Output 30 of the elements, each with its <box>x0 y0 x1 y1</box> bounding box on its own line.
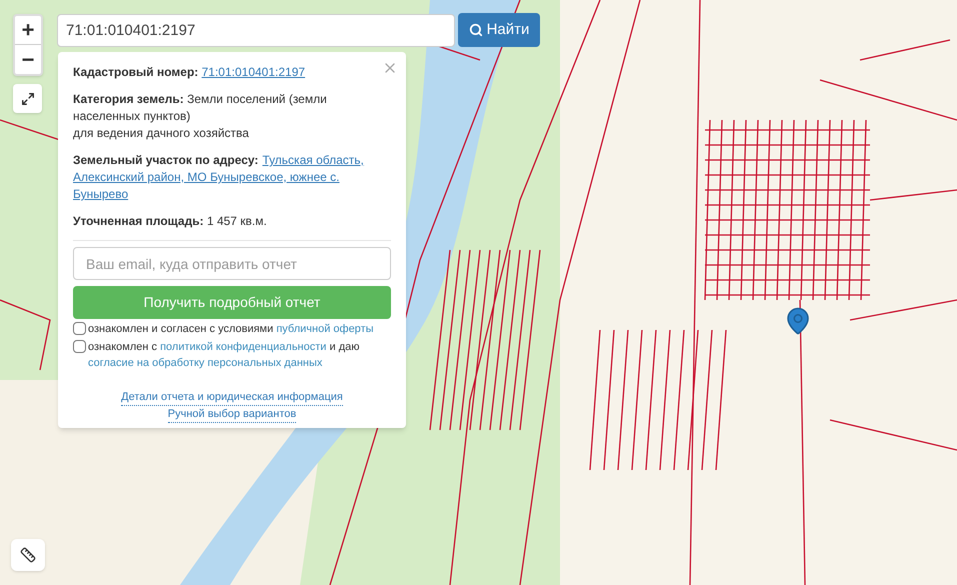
email-field[interactable]: Ваш email, куда отправить отчет <box>73 247 391 280</box>
address-link[interactable]: Бунырево <box>73 186 128 203</box>
category-text: Категория земель: Земли поселений (земли населенных пунктов) <box>73 91 328 125</box>
address-link[interactable]: Тульская область, <box>262 152 364 169</box>
zoom-in-button[interactable]: + <box>15 16 41 45</box>
search-field[interactable]: 71:01:010401:2197 <box>57 14 455 47</box>
search-icon <box>468 23 483 37</box>
info-link[interactable]: Ручной выбор вариантов <box>168 407 296 423</box>
cadastral-link[interactable]: 71:01:010401:2197 <box>202 65 306 79</box>
consent-text: ознакомлен и согласен с условиями публичной оферты <box>88 322 374 337</box>
consent-link[interactable]: согласие на обработку персональных данных <box>88 357 322 369</box>
field-value: 1 457 кв.м. <box>206 214 267 228</box>
consent-text: ознакомлен с политикой конфиденциальности и даю согласие на обработку персональных данных <box>88 340 360 371</box>
field-label: Уточненная площадь: <box>73 214 204 228</box>
consent-checkbox[interactable] <box>73 322 86 335</box>
field-label: Земельный участок по адресу: <box>73 152 258 169</box>
search-button[interactable]: Найти <box>458 13 540 47</box>
expand-icon <box>20 92 34 106</box>
report-button[interactable]: Получить подробный отчет <box>73 286 391 319</box>
consent-checkbox[interactable] <box>73 340 86 353</box>
ruler-icon <box>20 547 36 563</box>
consent-link[interactable]: политикой конфиденциальности <box>160 341 326 353</box>
field-note: для ведения дачного хозяйства <box>73 125 250 142</box>
consent-link[interactable]: публичной оферты <box>276 323 374 335</box>
address-link[interactable]: Алексинский район, МО Буныревское, южнее с. <box>73 169 340 186</box>
fullscreen-button[interactable] <box>13 84 42 113</box>
ruler-button[interactable] <box>11 539 45 571</box>
info-link[interactable]: Детали отчета и юридическая информация <box>121 390 343 406</box>
zoom-out-button[interactable]: − <box>15 45 41 74</box>
field-label: Кадастровый номер: <box>73 65 198 79</box>
